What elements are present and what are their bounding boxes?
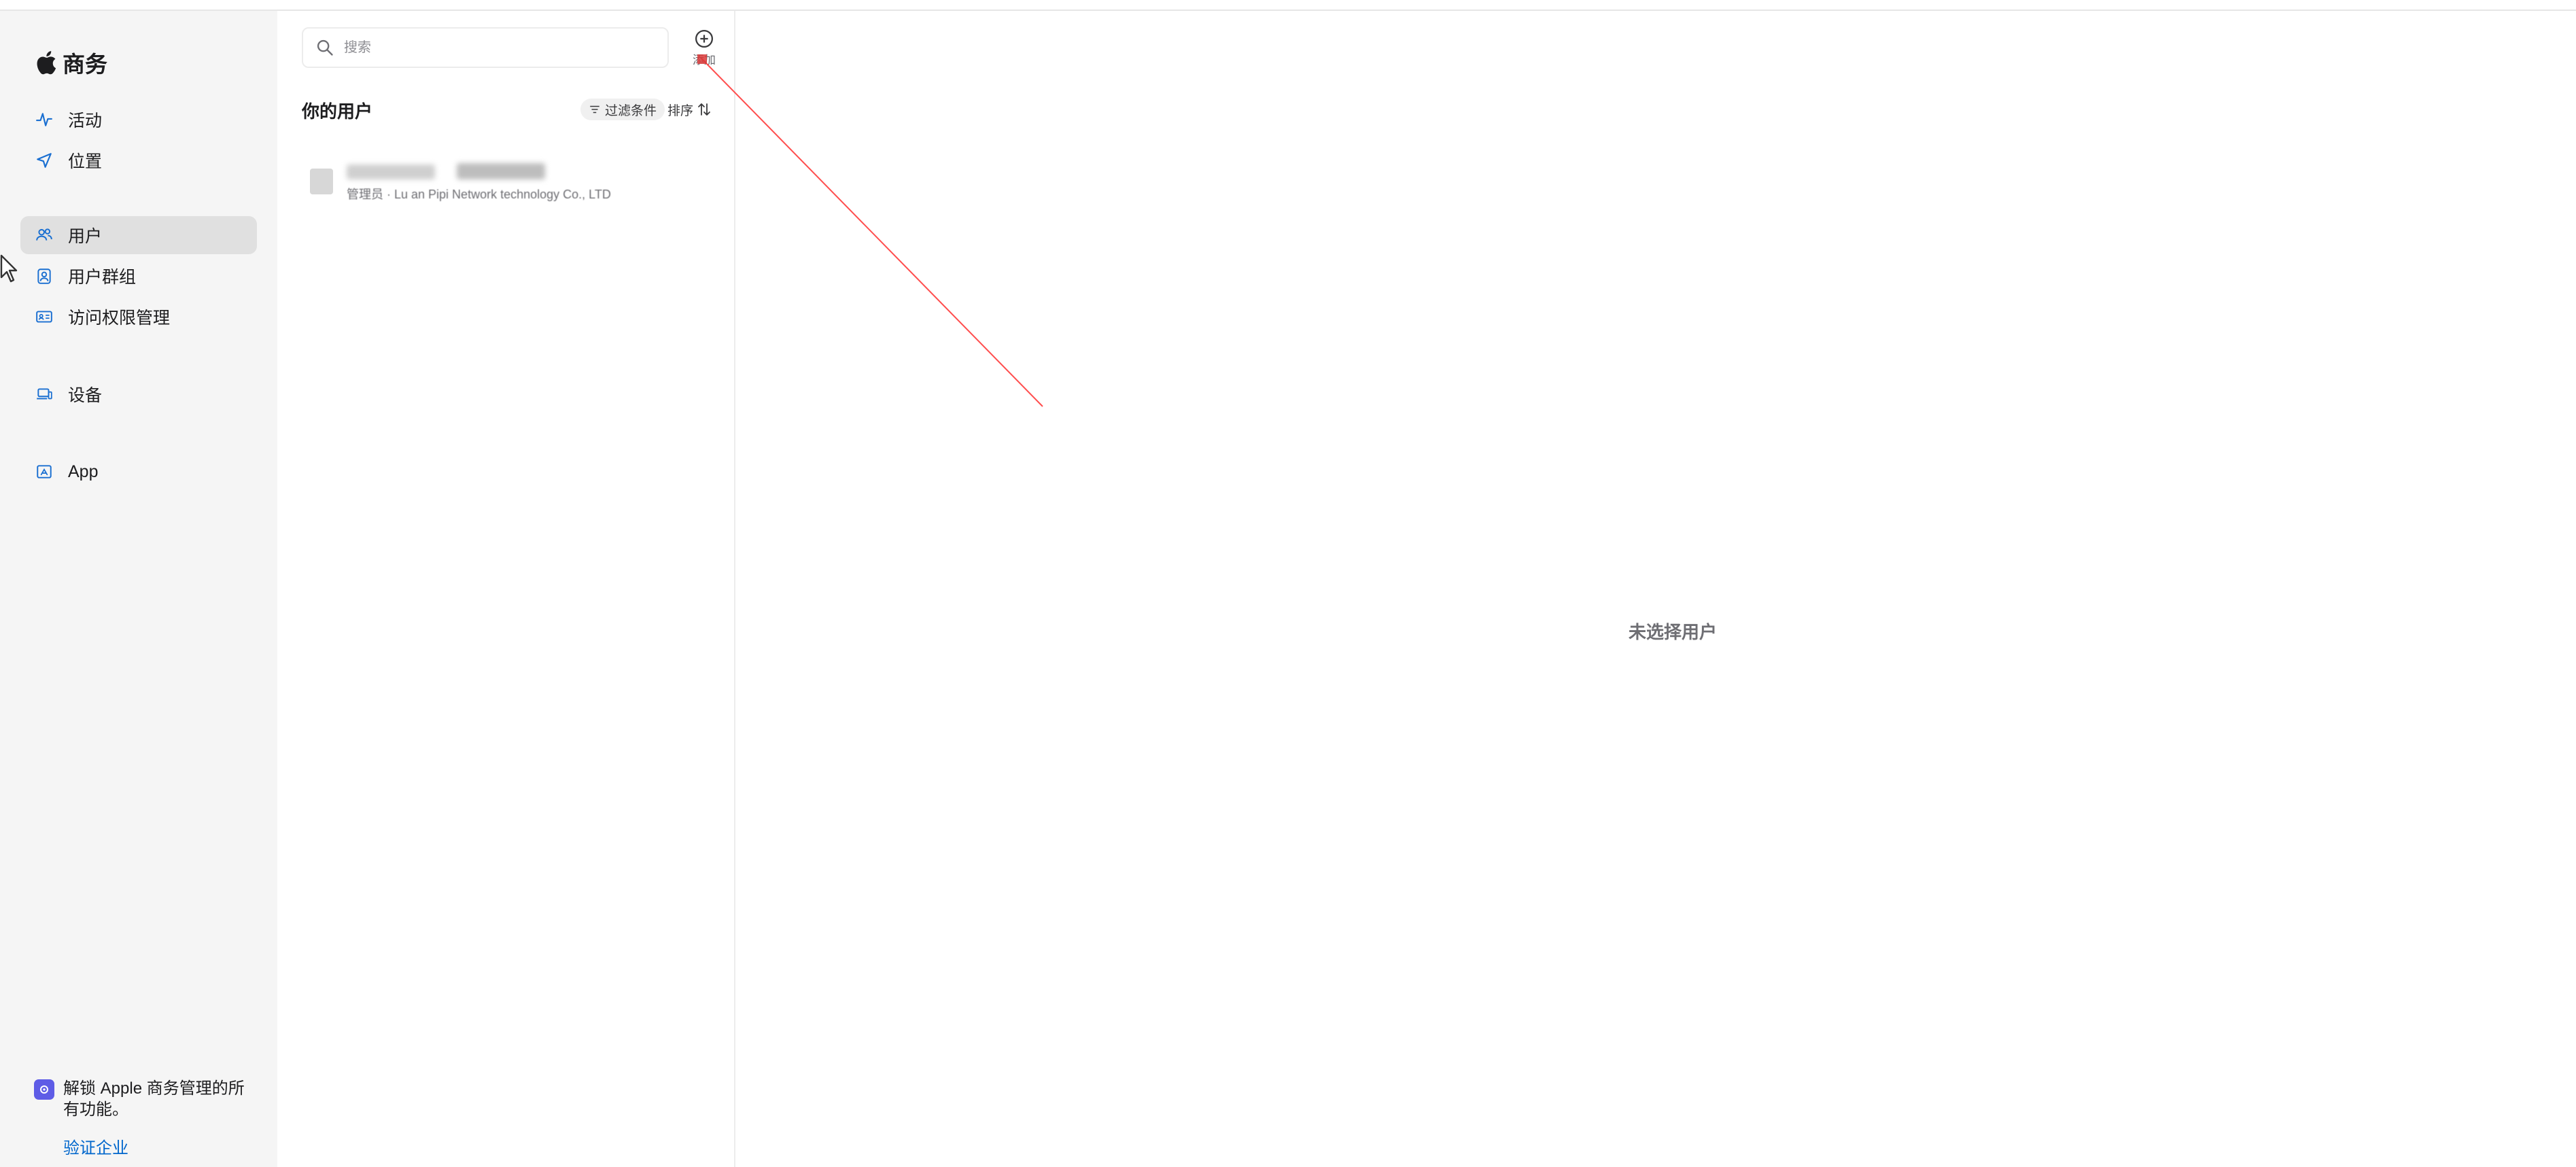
sidebar: 商务 活动 位置 用户 用户群组 访问权限管理 设备 App 解锁 Apple … (0, 11, 277, 1167)
empty-state-text: 未选择用户 (1629, 622, 1718, 642)
sidebar-item-label: 位置 (68, 152, 103, 171)
apple-logo-icon (37, 51, 56, 75)
promo-text: 解锁 Apple 商务管理的所有功能。 (63, 1079, 245, 1119)
sort-arrows-icon (698, 103, 710, 116)
list-title: 你的用户 (302, 101, 373, 122)
activity-icon (34, 109, 54, 130)
id-card-icon (34, 307, 54, 327)
redacted-user-name (457, 163, 545, 179)
sidebar-item-label: 用户 (68, 227, 103, 246)
brand-label: 商务 (63, 52, 107, 77)
redacted-user-name (347, 164, 435, 179)
sidebar-item-location[interactable]: 位置 (20, 141, 257, 179)
sidebar-item-user-groups[interactable]: 用户群组 (20, 257, 257, 295)
user-detail-pane: 未选择用户 (735, 11, 2576, 1167)
sidebar-item-activity[interactable]: 活动 (20, 101, 257, 139)
app-store-icon (34, 461, 54, 482)
brand[interactable]: 商务 (34, 46, 107, 79)
sidebar-item-apps[interactable]: App (20, 453, 257, 491)
sort-button[interactable]: 排序 (667, 99, 712, 120)
location-arrow-icon (34, 150, 54, 171)
users-icon (34, 225, 54, 245)
sidebar-item-devices[interactable]: 设备 (20, 375, 257, 413)
user-group-badge-icon (34, 266, 54, 286)
avatar (310, 169, 333, 194)
filter-button[interactable]: 过滤条件 (580, 99, 665, 120)
user-list-pane: 添加 你的用户 过滤条件 排序 管理员 · Lu an Pipi Network… (277, 11, 735, 1167)
sidebar-item-label: 设备 (68, 386, 103, 405)
devices-icon (34, 384, 54, 404)
business-badge-icon (34, 1079, 54, 1100)
sidebar-item-users[interactable]: 用户 (20, 216, 257, 254)
user-list-item[interactable]: 管理员 · Lu an Pipi Network technology Co.,… (310, 154, 718, 208)
top-bar (0, 0, 2576, 11)
filter-label: 过滤条件 (605, 103, 657, 118)
add-label: 添加 (693, 54, 716, 67)
search-icon (317, 39, 333, 56)
filter-icon (590, 105, 599, 114)
search-input[interactable] (344, 39, 657, 56)
sidebar-item-label: 活动 (68, 111, 103, 130)
search-box[interactable] (302, 27, 669, 68)
sort-label: 排序 (667, 103, 694, 118)
sidebar-item-label: 用户群组 (68, 268, 137, 287)
sidebar-item-label: App (68, 461, 99, 481)
verify-business-link[interactable]: 验证企业 (63, 1134, 128, 1158)
mouse-cursor-icon (0, 254, 18, 283)
plus-circle-icon (695, 30, 713, 48)
add-user-button[interactable]: 添加 (684, 29, 725, 71)
sidebar-item-label: 访问权限管理 (68, 309, 171, 328)
sidebar-item-access-management[interactable]: 访问权限管理 (20, 298, 257, 336)
user-subtitle: 管理员 · Lu an Pipi Network technology Co.,… (347, 188, 611, 201)
